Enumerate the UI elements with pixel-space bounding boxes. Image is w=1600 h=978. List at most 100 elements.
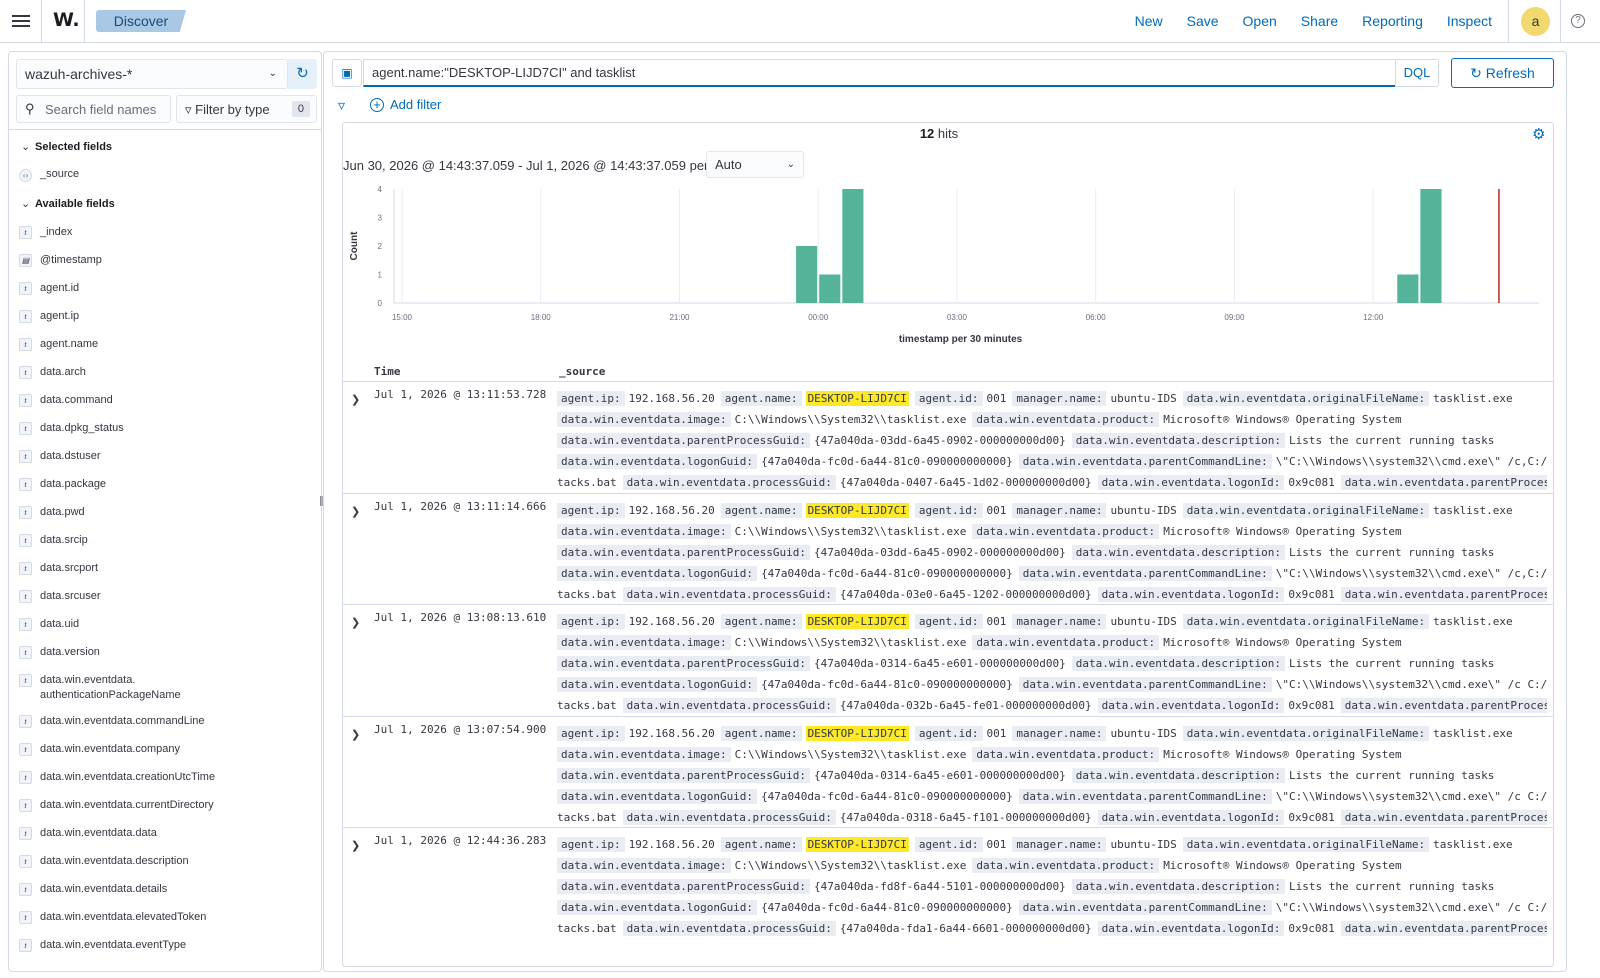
field-label: @timestamp xyxy=(40,254,102,266)
field-key: data.win.eventdata.logonId: xyxy=(1097,586,1285,602)
histogram-bar xyxy=(1420,189,1442,303)
field-item[interactable]: t data.arch xyxy=(19,365,86,380)
field-value: {47a040da-03e0-6a45-1202-000000000d00} xyxy=(839,587,1092,601)
field-item[interactable]: t data.srcuser xyxy=(19,589,101,604)
plus-icon: + xyxy=(370,98,384,112)
field-key: data.win.eventdata.parentProcessId: xyxy=(1340,921,1547,936)
breadcrumb-discover[interactable]: Discover xyxy=(96,10,186,32)
chevron-right-icon[interactable]: ❯ xyxy=(351,393,360,406)
row-source: agent.ip: 192.168.56.20 agent.name: DESKTOP… xyxy=(557,500,1547,605)
interval-select[interactable]: Auto ⌄ xyxy=(706,151,804,178)
chevron-right-icon[interactable]: ❯ xyxy=(351,728,360,741)
filter-by-type-button[interactable]: ▿ Filter by type 0 xyxy=(176,95,317,123)
field-key: data.win.eventdata.product: xyxy=(972,412,1160,427)
chevron-down-icon: ⌄ xyxy=(268,68,277,79)
new-link[interactable]: New xyxy=(1135,13,1163,29)
available-fields-toggle[interactable]: ⌄ Available fields xyxy=(21,197,115,210)
add-filter-label: Add filter xyxy=(390,97,442,112)
share-link[interactable]: Share xyxy=(1301,13,1338,29)
chevron-right-icon[interactable]: ❯ xyxy=(351,616,360,629)
open-link[interactable]: Open xyxy=(1243,13,1277,29)
save-link[interactable]: Save xyxy=(1187,13,1219,29)
field-key: manager.name: xyxy=(1012,391,1107,406)
field-item[interactable]: t agent.ip xyxy=(19,309,79,324)
source-line: data.win.eventdata.image: C:\\Windows\\Sy… xyxy=(557,409,1547,430)
selected-fields-toggle[interactable]: ⌄ Selected fields xyxy=(21,140,112,153)
field-value: C:\\Windows\\System32\\tasklist.exe xyxy=(734,747,967,761)
field-item[interactable]: t data.win.eventdata.eventType xyxy=(19,938,186,953)
source-line: agent.ip: 192.168.56.20 agent.name: DESKTOP… xyxy=(557,723,1547,744)
histogram-bar xyxy=(819,274,841,303)
field-item[interactable]: t data.win.eventdata. authenticationPacka… xyxy=(19,673,181,703)
field-item[interactable]: t data.win.eventdata.commandLine xyxy=(19,714,205,729)
field-item[interactable]: ▤ @timestamp xyxy=(19,253,102,268)
query-input[interactable]: agent.name:"DESKTOP-LIJD7CI" and tasklis… xyxy=(363,59,1396,87)
field-item[interactable]: t data.win.eventdata.elevatedToken xyxy=(19,910,206,925)
field-key: data.win.eventdata.logonId: xyxy=(1097,921,1285,936)
string-field-icon: t xyxy=(19,534,32,547)
filter-icon[interactable]: ▿ xyxy=(338,97,345,114)
chevron-right-icon[interactable]: ❯ xyxy=(351,839,360,852)
field-item[interactable]: t data.win.eventdata.data xyxy=(19,826,157,841)
field-item[interactable]: t data.dpkg_status xyxy=(19,421,124,436)
field-value: {47a040da-fc0d-6a44-81c0-090000000000} xyxy=(761,678,1013,691)
refresh-button[interactable]: ↻ Refresh xyxy=(1451,58,1554,88)
field-item[interactable]: t data.version xyxy=(19,645,100,660)
inspect-link[interactable]: Inspect xyxy=(1447,13,1492,29)
saved-query-icon[interactable]: ▣ xyxy=(332,59,362,87)
column-source[interactable]: _source xyxy=(559,365,605,378)
field-value: 192.168.56.20 xyxy=(628,392,715,405)
field-label: data.uid xyxy=(40,618,80,630)
gear-icon[interactable]: ⚙ xyxy=(1532,125,1545,143)
field-item[interactable]: t data.srcip xyxy=(19,533,88,548)
field-item[interactable]: t data.uid xyxy=(19,617,79,632)
field-search-input[interactable]: ⚲ Search field names xyxy=(16,95,171,123)
histogram-chart: 15:00 18:00 21:00 00:00 03:00 06:00 09:00 12:00… xyxy=(349,185,1539,345)
field-value: tasklist.exe xyxy=(1433,503,1513,517)
field-key: data.win.eventdata.originalFileName: xyxy=(1182,502,1430,518)
menu-icon[interactable] xyxy=(12,12,30,30)
refresh-index-icon[interactable]: ↻ xyxy=(288,59,317,89)
field-item[interactable]: t data.dstuser xyxy=(19,449,101,464)
filter-by-type-label: Filter by type xyxy=(195,102,270,117)
selected-field-source[interactable]: ‹› _source xyxy=(19,168,79,182)
field-key: agent.ip: xyxy=(557,725,625,741)
field-item[interactable]: t data.win.eventdata.currentDirectory xyxy=(19,798,214,813)
field-item[interactable]: t agent.name xyxy=(19,337,98,352)
dql-toggle[interactable]: DQL xyxy=(1395,59,1439,87)
field-item[interactable]: t data.pwd xyxy=(19,505,85,520)
column-time[interactable]: Time xyxy=(374,365,401,378)
user-avatar[interactable]: a xyxy=(1521,7,1550,36)
field-key: manager.name: xyxy=(1012,837,1107,852)
field-key: data.win.eventdata.image: xyxy=(557,635,731,650)
field-item[interactable]: t _index xyxy=(19,225,72,240)
reporting-link[interactable]: Reporting xyxy=(1362,13,1423,29)
field-value: tacks.bat xyxy=(557,810,617,824)
help-icon[interactable]: ? xyxy=(1571,14,1585,28)
field-label: data.win.eventdata.creationUtcTime xyxy=(40,771,216,783)
field-item[interactable]: t data.package xyxy=(19,477,106,492)
field-value: ubuntu-IDS xyxy=(1110,726,1177,740)
field-value: {47a040da-fd8f-6a44-5101-000000000d00} xyxy=(814,880,1066,893)
field-item[interactable]: t agent.id xyxy=(19,281,79,296)
index-pattern-select[interactable]: wazuh-archives-* ⌄ xyxy=(16,59,288,89)
field-label: data.srcport xyxy=(40,562,99,574)
field-item[interactable]: t data.command xyxy=(19,393,113,408)
field-item[interactable]: t data.win.eventdata.company xyxy=(19,742,180,757)
field-key: data.win.eventdata.product: xyxy=(972,635,1160,650)
source-line: tacks.bat data.win.eventdata.processGuid:… xyxy=(557,918,1547,939)
string-field-icon: t xyxy=(19,366,32,379)
field-item[interactable]: t data.win.eventdata.creationUtcTime xyxy=(19,770,215,785)
field-label: data.win.eventdata.eventType xyxy=(40,939,187,951)
add-filter-button[interactable]: + Add filter xyxy=(370,97,441,112)
field-key: data.win.eventdata.logonId: xyxy=(1097,809,1285,825)
chevron-right-icon[interactable]: ❯ xyxy=(351,505,360,518)
field-key: data.win.eventdata.description: xyxy=(1071,544,1286,560)
field-value: Lists the current running tasks xyxy=(1289,657,1495,670)
source-line: tacks.bat data.win.eventdata.processGuid:… xyxy=(557,472,1547,493)
field-item[interactable]: t data.srcport xyxy=(19,561,98,576)
source-line: agent.ip: 192.168.56.20 agent.name: DESKTOP… xyxy=(557,500,1547,521)
field-item[interactable]: t data.win.eventdata.description xyxy=(19,854,189,869)
app-logo[interactable]: W. xyxy=(53,9,80,31)
field-item[interactable]: t data.win.eventdata.details xyxy=(19,882,167,897)
